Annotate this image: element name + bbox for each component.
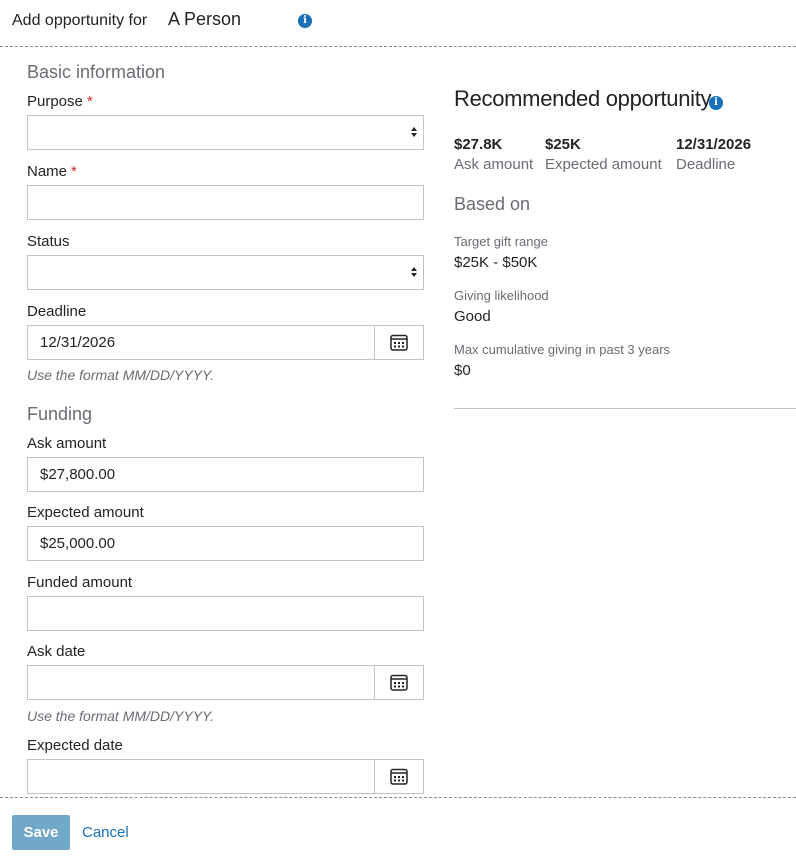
required-mark: * [86, 93, 93, 110]
modal-footer: Save Cancel [0, 797, 796, 859]
ask-date-input[interactable] [27, 665, 375, 700]
modal-body: Basic information Purpose * Name * Status … [0, 48, 796, 797]
ask-date-hint: Use the format MM/DD/YYYY. [27, 708, 214, 724]
stat-expected-amount-label: Expected amount [545, 156, 662, 173]
info-icon[interactable]: i [709, 96, 723, 110]
basis-max-giving-value: $0 [454, 362, 471, 379]
deadline-label: Deadline [27, 303, 87, 320]
basis-target-gift-range-label: Target gift range [454, 234, 548, 249]
funded-amount-input[interactable] [27, 596, 424, 631]
modal-header: Add opportunity for A Person i [0, 0, 796, 47]
basis-max-giving-label: Max cumulative giving in past 3 years [454, 342, 671, 357]
modal-title-name: A Person [168, 9, 242, 29]
recommended-title: Recommended opportunity [454, 86, 712, 111]
ask-date-calendar-button[interactable] [374, 665, 424, 700]
section-title-funding: Funding [27, 404, 93, 424]
basis-target-gift-range-value: $25K - $50K [454, 254, 538, 271]
stat-ask-amount-label: Ask amount [454, 156, 534, 173]
expected-amount-label: Expected amount [27, 504, 144, 521]
name-input[interactable] [27, 185, 424, 220]
expected-date-input[interactable] [27, 759, 375, 794]
based-on-title: Based on [454, 194, 531, 214]
basis-giving-likelihood-label: Giving likelihood [454, 288, 549, 303]
stat-expected-amount-value: $25K [545, 136, 581, 153]
status-select[interactable] [27, 255, 424, 290]
funded-amount-label: Funded amount [27, 574, 133, 591]
deadline-input[interactable]: 12/31/2026 [27, 325, 375, 360]
section-title-basic: Basic information [27, 62, 166, 82]
ask-amount-input[interactable]: $27,800.00 [27, 457, 424, 492]
calendar-icon [390, 768, 408, 785]
required-mark: * [71, 163, 77, 180]
expected-amount-input[interactable]: $25,000.00 [27, 526, 424, 561]
info-icon[interactable]: i [298, 14, 312, 28]
ask-date-label: Ask date [27, 643, 86, 660]
name-label: Name * [27, 163, 77, 180]
select-arrows-icon [411, 126, 418, 140]
stat-deadline-label: Deadline [676, 156, 736, 173]
save-button[interactable]: Save [12, 815, 70, 850]
select-arrows-icon [411, 266, 418, 280]
modal-title-prefix: Add opportunity for [12, 12, 148, 29]
calendar-icon [390, 674, 408, 691]
deadline-hint: Use the format MM/DD/YYYY. [27, 367, 214, 383]
ask-amount-label: Ask amount [27, 435, 107, 452]
calendar-icon [390, 334, 408, 351]
deadline-calendar-button[interactable] [374, 325, 424, 360]
status-label: Status [27, 233, 70, 250]
stat-ask-amount-value: $27.8K [454, 136, 503, 153]
purpose-select[interactable] [27, 115, 424, 150]
basis-giving-likelihood-value: Good [454, 308, 491, 325]
expected-date-label: Expected date [27, 737, 123, 754]
cancel-button[interactable]: Cancel [82, 824, 129, 841]
expected-date-calendar-button[interactable] [374, 759, 424, 794]
purpose-label: Purpose * [27, 93, 93, 110]
stat-deadline-value: 12/31/2026 [676, 136, 752, 153]
recommended-divider [454, 408, 796, 409]
